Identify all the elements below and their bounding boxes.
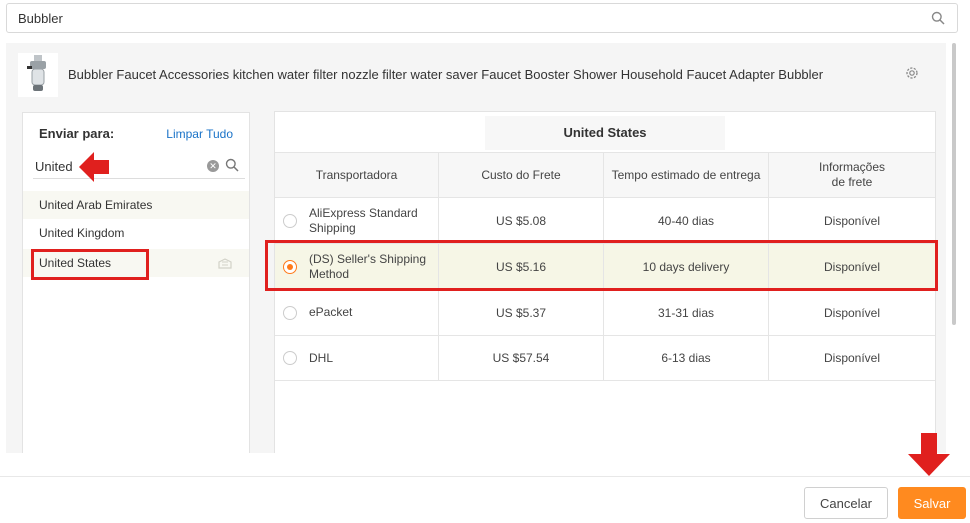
table-header: Transportadora Custo do Frete Tempo esti… xyxy=(275,152,935,197)
red-arrow-left-icon xyxy=(79,152,109,182)
carrier-name: ePacket xyxy=(309,305,353,319)
country-filter-input[interactable] xyxy=(33,155,203,177)
annotation-box-shipping-row xyxy=(265,240,938,291)
radio-button[interactable] xyxy=(283,305,297,320)
product-thumbnail xyxy=(18,53,58,97)
shipping-info: Disponível xyxy=(823,351,881,365)
column-header: Informações de frete xyxy=(818,160,886,189)
shipping-box-icon xyxy=(218,258,232,269)
column-header: Transportadora xyxy=(275,153,439,197)
shipping-info: Disponível xyxy=(823,213,881,228)
destination-selector: Enviar para: Limpar Tudo ✕ United Arab E… xyxy=(22,112,250,453)
country-label: United Arab Emirates xyxy=(39,198,153,212)
search-icon[interactable] xyxy=(225,158,239,172)
column-header: Tempo estimado de entrega xyxy=(604,153,769,197)
scrollbar-thumb[interactable] xyxy=(952,43,956,325)
shipping-cost: US $5.37 xyxy=(439,290,604,335)
faucet-image-icon xyxy=(27,55,46,91)
carrier-name: DHL xyxy=(309,350,334,365)
shipping-cost: US $5.08 xyxy=(439,198,604,243)
radio-button[interactable] xyxy=(283,213,297,228)
annotation-box-country xyxy=(31,249,149,280)
country-label: United Kingdom xyxy=(39,226,125,240)
column-header: Custo do Frete xyxy=(439,153,604,197)
shipping-info: Disponível xyxy=(823,305,881,320)
table-row[interactable]: ePacket US $5.37 31-31 dias Disponível xyxy=(275,289,935,335)
clear-input-icon[interactable]: ✕ xyxy=(207,160,219,172)
country-item-uk[interactable]: United Kingdom xyxy=(23,219,249,247)
table-row[interactable]: DHL US $57.54 6-13 dias Disponível xyxy=(275,335,935,381)
selected-country-tab[interactable]: United States xyxy=(485,116,725,150)
search-icon[interactable] xyxy=(931,11,945,25)
red-arrow-down-icon xyxy=(908,433,950,476)
delivery-time: 6-13 dias xyxy=(604,336,769,380)
shipping-cost: US $57.54 xyxy=(439,336,604,380)
carrier-name: AliExpress Standard Shipping xyxy=(309,205,418,235)
product-search-bar[interactable] xyxy=(6,3,958,33)
scrollbar[interactable] xyxy=(950,43,958,453)
cancel-button[interactable]: Cancelar xyxy=(804,487,888,519)
footer-divider xyxy=(0,476,970,477)
country-filter[interactable]: ✕ xyxy=(33,155,245,179)
country-item-uae[interactable]: United Arab Emirates xyxy=(23,191,249,219)
delivery-time: 31-31 dias xyxy=(604,290,769,335)
product-summary: Bubbler Faucet Accessories kitchen water… xyxy=(18,53,938,97)
table-row[interactable]: AliExpress Standard Shipping US $5.08 40… xyxy=(275,197,935,243)
gear-icon[interactable] xyxy=(904,65,920,81)
save-button[interactable]: Salvar xyxy=(898,487,966,519)
radio-button[interactable] xyxy=(283,351,297,365)
product-title: Bubbler Faucet Accessories kitchen water… xyxy=(68,67,824,82)
product-search-input[interactable] xyxy=(7,4,927,32)
destination-header: Enviar para: xyxy=(39,126,115,141)
clear-all-link[interactable]: Limpar Tudo xyxy=(166,127,233,141)
delivery-time: 40-40 dias xyxy=(604,198,769,243)
